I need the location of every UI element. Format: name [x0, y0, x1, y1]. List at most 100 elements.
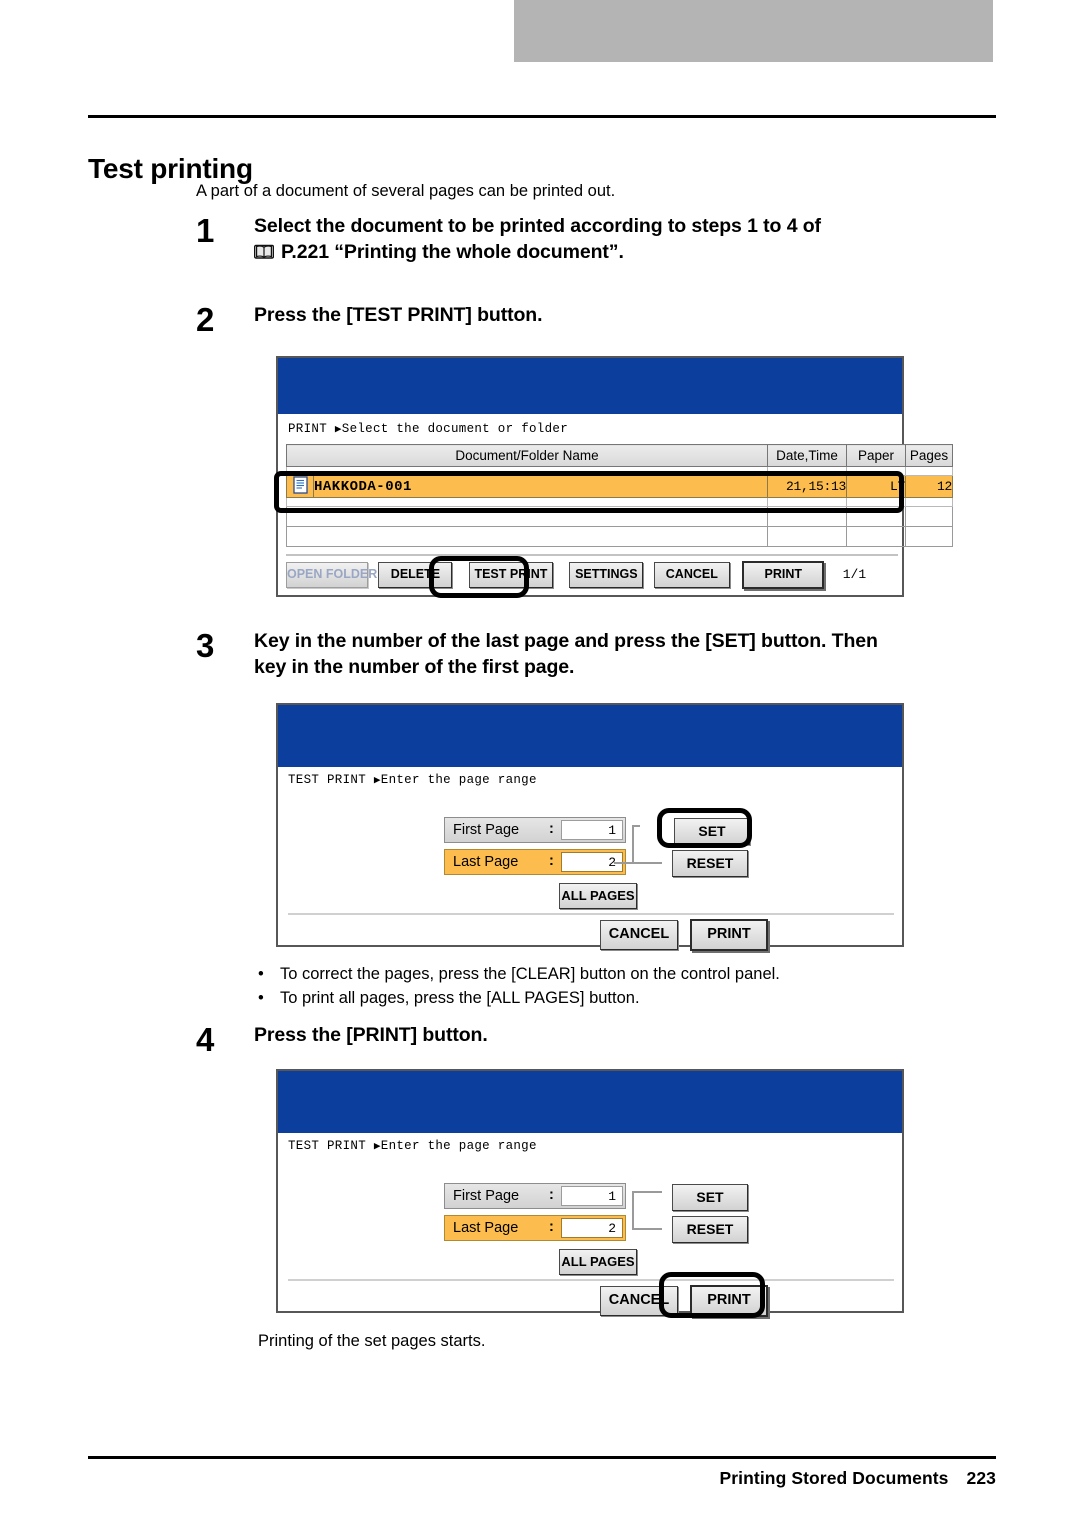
breadcrumb-arrow-icon: ▶ — [334, 424, 342, 436]
table-row-partial-top[interactable] — [286, 466, 953, 476]
test-print-button[interactable]: TEST PRINT — [468, 562, 553, 588]
lcd-panel-page-range-step4: TEST PRINT ▶Enter the page range First P… — [276, 1069, 904, 1317]
document-icon — [287, 476, 314, 497]
print-button[interactable]: PRINT — [690, 919, 768, 951]
note-text-2: To print all pages, press the [ALL PAGES… — [280, 988, 640, 1007]
lcd-panel-print-list: PRINT ▶Select the document or folder Doc… — [276, 356, 953, 597]
table-row-selected[interactable]: HAKKODA-001 21,15:13 LT 12 — [286, 475, 953, 498]
step-4-text: Press the [PRINT] button. — [254, 1024, 488, 1046]
first-page-colon: : — [549, 821, 554, 837]
reset-button[interactable]: RESET — [672, 850, 748, 877]
footer-title: Printing Stored Documents — [719, 1468, 949, 1488]
breadcrumb-label: PRINT — [288, 422, 328, 436]
settings-button[interactable]: SETTINGS — [569, 562, 644, 588]
footer-rule — [88, 1456, 996, 1459]
step-1-number: 1 — [196, 212, 215, 249]
field-connector-top — [632, 825, 640, 827]
step-4: 4 Press the [PRINT] button. — [196, 1023, 488, 1056]
last-page-label: Last Page — [453, 1220, 519, 1236]
page-indicator: 1/1 — [842, 567, 867, 583]
step-3-line2: key in the number of the first page. — [254, 655, 575, 678]
table-row-empty-1[interactable] — [286, 506, 953, 527]
all-pages-button[interactable]: ALL PAGES — [559, 883, 637, 909]
document-paper: LT — [846, 475, 906, 498]
first-page-label: First Page — [453, 822, 520, 838]
note-item-1: • To correct the pages, press the [CLEAR]… — [258, 963, 780, 987]
breadcrumb: TEST PRINT ▶Enter the page range — [288, 1139, 537, 1153]
last-page-colon: : — [549, 853, 554, 869]
breadcrumb: PRINT ▶Select the document or folder — [288, 422, 568, 436]
step-4-number: 4 — [196, 1021, 215, 1058]
table-row-empty-2[interactable] — [286, 526, 953, 547]
panel-header-bar — [278, 1071, 902, 1133]
bullet-icon: • — [258, 965, 264, 983]
cancel-button[interactable]: CANCEL — [600, 1286, 678, 1316]
table-header-row: Document/Folder Name Date,Time Paper Pag… — [286, 444, 953, 467]
document-pages: 12 — [905, 475, 953, 498]
cancel-button[interactable]: CANCEL — [600, 920, 678, 950]
page-title: Test printing — [88, 152, 253, 184]
breadcrumb-text: Enter the page range — [380, 773, 537, 787]
column-header-paper: Paper — [846, 444, 906, 467]
first-page-value[interactable]: 1 — [561, 1186, 623, 1206]
notes-list: • To correct the pages, press the [CLEAR]… — [258, 963, 780, 1011]
document-table: Document/Folder Name Date,Time Paper Pag… — [286, 444, 953, 547]
breadcrumb-text: Enter the page range — [380, 1139, 537, 1153]
print-button[interactable]: PRINT — [742, 561, 825, 589]
delete-button[interactable]: DELETE — [378, 562, 453, 588]
step-1-reference: P.221 “Printing the whole document”. — [281, 240, 624, 263]
all-pages-button[interactable]: ALL PAGES — [559, 1249, 637, 1275]
footer-page-number: 223 — [966, 1468, 996, 1488]
last-page-row: Last Page : 2 — [444, 1215, 626, 1241]
set-button[interactable]: SET — [674, 818, 750, 845]
book-icon — [253, 242, 275, 268]
first-page-colon: : — [549, 1187, 554, 1203]
step-2: 2 Press the [TEST PRINT] button. — [196, 303, 543, 336]
first-page-row: First Page : 1 — [444, 817, 626, 843]
column-header-date: Date,Time — [767, 444, 847, 467]
last-page-label: Last Page — [453, 854, 519, 870]
breadcrumb-label: TEST PRINT — [288, 773, 367, 787]
bullet-icon: • — [258, 988, 264, 1007]
field-connector-line — [632, 825, 634, 863]
breadcrumb-arrow-icon: ▶ — [373, 1141, 381, 1153]
page-footer: Printing Stored Documents 223 — [88, 1468, 996, 1489]
document-datetime: 21,15:13 — [767, 475, 847, 498]
step-2-number: 2 — [196, 301, 215, 338]
panel-header-bar — [278, 705, 902, 767]
reset-button[interactable]: RESET — [672, 1216, 748, 1243]
intro-text: A part of a document of several pages ca… — [196, 182, 616, 200]
panel-header-bar — [278, 358, 902, 414]
set-button[interactable]: SET — [672, 1184, 748, 1211]
breadcrumb-text: Select the document or folder — [341, 422, 569, 436]
field-connector-stub — [614, 862, 636, 864]
breadcrumb-arrow-icon: ▶ — [373, 775, 381, 787]
step-2-text: Press the [TEST PRINT] button. — [254, 304, 543, 326]
breadcrumb-label: TEST PRINT — [288, 1139, 367, 1153]
button-bar-divider — [286, 554, 898, 556]
field-connector-top — [632, 1191, 662, 1193]
step-1-text: Select the document to be printed accord… — [253, 214, 821, 268]
table-row-partial-bottom[interactable] — [286, 497, 953, 507]
step-3-text: Key in the number of the last page and p… — [254, 629, 878, 680]
last-page-value[interactable]: 2 — [561, 1218, 623, 1238]
first-page-field[interactable]: First Page : 1 — [444, 817, 626, 843]
last-page-row: Last Page : 2 — [444, 849, 626, 875]
cancel-button[interactable]: CANCEL — [653, 562, 730, 588]
note-item-2: • To print all pages, press the [ALL PAGE… — [258, 987, 780, 1011]
column-header-pages: Pages — [905, 444, 953, 467]
button-bar: OPEN FOLDER DELETE TEST PRINT SETTINGS C… — [286, 561, 898, 589]
first-page-field[interactable]: First Page : 1 — [444, 1183, 626, 1209]
last-page-field[interactable]: Last Page : 2 — [444, 1215, 626, 1241]
step-1-line1: Select the document to be printed accord… — [254, 215, 821, 237]
step-3: 3 Key in the number of the last page and… — [196, 629, 878, 680]
last-page-field[interactable]: Last Page : 2 — [444, 849, 626, 875]
column-header-name: Document/Folder Name — [286, 444, 768, 467]
first-page-value[interactable]: 1 — [561, 820, 623, 840]
note-text-1: To correct the pages, press the [CLEAR] … — [280, 965, 780, 983]
document-name: HAKKODA-001 — [313, 476, 767, 497]
print-button[interactable]: PRINT — [690, 1285, 768, 1317]
open-folder-button[interactable]: OPEN FOLDER — [286, 562, 377, 588]
breadcrumb: TEST PRINT ▶Enter the page range — [288, 773, 537, 787]
step-1: 1 Select the document to be printed acco… — [196, 214, 821, 267]
